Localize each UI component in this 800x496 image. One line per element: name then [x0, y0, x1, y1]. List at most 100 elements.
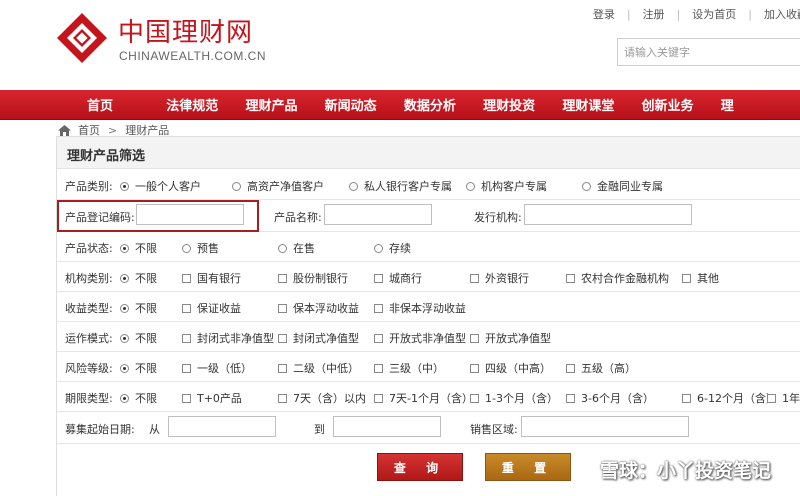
institution-option[interactable]: 其他: [682, 270, 719, 286]
risk-option[interactable]: 一级（低）: [182, 360, 252, 376]
date-from-input[interactable]: [168, 416, 276, 437]
radio-selected-icon: [120, 333, 129, 343]
checkbox-icon: [374, 333, 383, 343]
checkbox-icon: [470, 363, 479, 373]
checkbox-icon: [470, 393, 479, 403]
login-link[interactable]: 登录: [593, 6, 615, 22]
nav-item-law[interactable]: 法律规范: [166, 95, 245, 114]
checkbox-icon: [566, 393, 575, 403]
checkbox-icon: [278, 393, 287, 403]
site-header: 中国理财网 CHINAWEALTH.COM.CN 登录 | 注册 | 设为首页 …: [0, 0, 800, 90]
radio-selected-icon: [120, 363, 129, 373]
checkbox-icon: [682, 273, 691, 283]
risk-option-all[interactable]: 不限: [120, 360, 157, 376]
filter-row-institution: 机构类别: 不限 国有银行 股份制银行 城商行 外资银行 农村合作金融机构 其他: [57, 262, 800, 292]
issuer-label: 发行机构:: [474, 211, 522, 224]
nav-item-data[interactable]: 数据分析: [404, 95, 483, 114]
row-label: 期限类型:: [65, 392, 113, 405]
category-option[interactable]: 金融同业专属: [582, 178, 663, 194]
term-option-all[interactable]: 不限: [120, 390, 157, 406]
nav-item-home[interactable]: 首页: [87, 95, 166, 114]
term-option[interactable]: 7天-1个月（含）: [374, 390, 473, 406]
operation-option[interactable]: 开放式净值型: [470, 330, 551, 346]
checkbox-icon: [182, 273, 191, 283]
checkbox-icon: [682, 393, 691, 403]
nav-item-more[interactable]: 理: [721, 95, 800, 114]
term-option[interactable]: T+0产品: [182, 390, 242, 406]
yield-option[interactable]: 保证收益: [182, 300, 241, 316]
checkbox-icon: [470, 333, 479, 343]
term-option[interactable]: 6-12个月（含）: [682, 390, 777, 406]
watermark-text: 雪球：小丫投资笔记: [600, 460, 772, 482]
risk-option[interactable]: 四级（中高）: [470, 360, 551, 376]
term-option[interactable]: 7天（含）以内: [278, 390, 366, 406]
nav-item-invest[interactable]: 理财投资: [483, 95, 562, 114]
checkbox-icon: [278, 303, 287, 313]
category-option[interactable]: 一般个人客户: [120, 178, 201, 194]
risk-option[interactable]: 三级（中）: [374, 360, 444, 376]
snowball-logo-icon: [574, 459, 596, 480]
filter-row-category: 产品类别: 一般个人客户 高资产净值客户 私人银行客户专属 机构客户专属 金融同…: [57, 170, 800, 200]
category-option[interactable]: 机构客户专属: [466, 178, 547, 194]
reg-code-input[interactable]: [136, 204, 244, 225]
status-option[interactable]: 不限: [120, 240, 157, 256]
institution-option[interactable]: 农村合作金融机构: [566, 270, 669, 286]
institution-option[interactable]: 股份制银行: [278, 270, 348, 286]
category-option[interactable]: 高资产净值客户: [232, 178, 324, 194]
institution-option[interactable]: 外资银行: [470, 270, 529, 286]
radio-selected-icon: [120, 303, 129, 313]
operation-option[interactable]: 封闭式非净值型: [182, 330, 274, 346]
checkbox-icon: [566, 273, 575, 283]
radio-icon: [182, 243, 191, 253]
divider: |: [748, 7, 752, 21]
register-link[interactable]: 注册: [643, 6, 665, 22]
top-links: 登录 | 注册 | 设为首页 | 加入收藏: [593, 6, 800, 22]
set-homepage-link[interactable]: 设为首页: [692, 6, 736, 22]
operation-option[interactable]: 封闭式净值型: [278, 330, 359, 346]
risk-option[interactable]: 五级（高）: [566, 360, 636, 376]
filter-row-yield: 收益类型: 不限 保证收益 保本浮动收益 非保本浮动收益: [57, 292, 800, 322]
checkbox-icon: [182, 393, 191, 403]
yield-option[interactable]: 保本浮动收益: [278, 300, 359, 316]
yield-option[interactable]: 非保本浮动收益: [374, 300, 466, 316]
term-option[interactable]: 1-3个月（含）: [470, 390, 558, 406]
search-input[interactable]: [617, 38, 800, 66]
checkbox-icon: [278, 273, 287, 283]
term-option[interactable]: 3-6个月（含）: [566, 390, 654, 406]
date-to-input[interactable]: [333, 416, 441, 437]
brand-name: 中国理财网: [118, 18, 254, 48]
brand-logo-icon[interactable]: [56, 12, 108, 64]
watermark: 雪球：小丫投资笔记: [574, 456, 771, 483]
risk-option[interactable]: 二级（中低）: [278, 360, 359, 376]
radio-selected-icon: [120, 181, 129, 191]
operation-option-all[interactable]: 不限: [120, 330, 157, 346]
status-option[interactable]: 预售: [182, 240, 219, 256]
add-favorite-link[interactable]: 加入收藏: [764, 6, 800, 22]
status-option[interactable]: 存续: [374, 240, 411, 256]
yield-option-all[interactable]: 不限: [120, 300, 157, 316]
reset-button[interactable]: 重 置: [485, 453, 571, 481]
institution-option-all[interactable]: 不限: [120, 270, 157, 286]
issuer-input[interactable]: [524, 204, 692, 225]
divider: |: [676, 7, 681, 21]
divider: |: [626, 7, 631, 21]
operation-option[interactable]: 开放式非净值型: [374, 330, 466, 346]
institution-option[interactable]: 城商行: [374, 270, 422, 286]
institution-option[interactable]: 国有银行: [182, 270, 241, 286]
checkbox-icon: [182, 333, 191, 343]
term-option[interactable]: 1年: [767, 390, 800, 406]
query-button[interactable]: 查 询: [377, 453, 463, 481]
status-option[interactable]: 在售: [278, 240, 315, 256]
panel-title: 理财产品筛选: [57, 137, 800, 169]
product-name-input[interactable]: [324, 204, 432, 225]
main-nav: 首页 法律规范 理财产品 新闻动态 数据分析 理财投资 理财课堂 创新业务 理: [0, 90, 800, 120]
nav-item-products[interactable]: 理财产品: [245, 95, 324, 114]
nav-item-innovation[interactable]: 创新业务: [642, 95, 721, 114]
region-input[interactable]: [521, 416, 689, 437]
category-option[interactable]: 私人银行客户专属: [349, 178, 452, 194]
nav-item-news[interactable]: 新闻动态: [325, 95, 404, 114]
reg-code-label: 产品登记编码:: [65, 211, 135, 224]
row-label: 机构类别:: [65, 272, 113, 285]
nav-item-class[interactable]: 理财课堂: [562, 95, 641, 114]
checkbox-icon: [374, 363, 383, 373]
